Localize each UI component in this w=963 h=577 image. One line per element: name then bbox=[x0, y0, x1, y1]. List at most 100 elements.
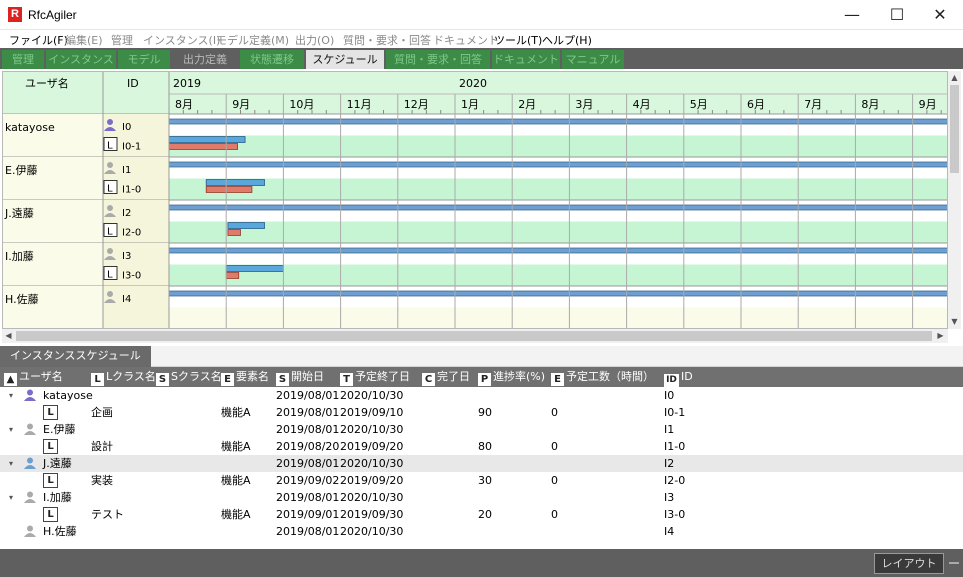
table-row[interactable]: ▾ E.伊藤 2019/08/01 2020/10/30 I1 bbox=[0, 421, 963, 438]
table-row[interactable]: ▾ I.加藤 2019/08/01 2020/10/30 I3 bbox=[0, 489, 963, 506]
column-header-planned-end[interactable]: T 予定終了日 bbox=[340, 369, 410, 386]
column-header-start[interactable]: S 開始日 bbox=[276, 369, 324, 386]
row-id: I1 bbox=[664, 423, 675, 436]
column-label: 予定終了日 bbox=[355, 370, 410, 383]
chevron-down-icon[interactable]: ▾ bbox=[9, 421, 13, 438]
person-icon bbox=[24, 389, 36, 401]
table-row[interactable]: ▾ J.遠藤 2019/08/01 2020/10/30 I2 bbox=[0, 455, 963, 472]
table-row[interactable]: L 企画 機能A 90 0 2019/08/01 2019/09/10 I0-1 bbox=[0, 404, 963, 421]
column-header-user[interactable]: ▲ ユーザ名 bbox=[4, 369, 63, 386]
vertical-scroll-thumb[interactable] bbox=[950, 85, 959, 173]
gantt-plan-bar[interactable] bbox=[225, 265, 284, 272]
maximize-button[interactable]: ☐ bbox=[874, 0, 920, 30]
gantt-chart[interactable]: ユーザ名 ID 2019 2020 8月 9月 10月 11月 12月 1月 2月 3月 4月 5月 6月 7… bbox=[2, 71, 948, 329]
tab-qa[interactable]: 質問・要求・回答 bbox=[386, 50, 490, 69]
menu-output[interactable]: 出力(O) bbox=[295, 32, 334, 48]
menu-file[interactable]: ファイル(F) bbox=[9, 32, 68, 48]
minimize-button[interactable]: — bbox=[829, 0, 875, 30]
row-effort: 0 bbox=[551, 508, 558, 521]
gantt-plan-bar[interactable] bbox=[227, 222, 265, 229]
user-icon bbox=[107, 205, 113, 211]
layout-button[interactable]: レイアウト bbox=[874, 553, 944, 574]
gantt-vertical-scrollbar[interactable]: ▲ ▼ bbox=[948, 71, 961, 329]
chevron-down-icon[interactable]: ▾ bbox=[9, 489, 13, 506]
scroll-up-icon[interactable]: ▲ bbox=[948, 73, 961, 82]
close-button[interactable]: ✕ bbox=[917, 0, 963, 30]
menu-manage[interactable]: 管理 bbox=[111, 32, 133, 48]
row-start-date: 2019/08/01 bbox=[276, 525, 340, 538]
scroll-right-icon[interactable]: ▶ bbox=[934, 331, 947, 340]
gantt-month-label: 9月 bbox=[919, 98, 937, 111]
gantt-user-name: E.伊藤 bbox=[5, 164, 37, 177]
table-row[interactable]: L テスト 機能A 20 0 2019/09/01 2019/09/30 I3-0 bbox=[0, 506, 963, 523]
menu-tools[interactable]: ツール(T) bbox=[494, 32, 542, 48]
chevron-down-icon[interactable]: ▾ bbox=[9, 455, 13, 472]
row-id: I0 bbox=[664, 389, 675, 402]
gantt-plan-bar[interactable] bbox=[168, 136, 246, 143]
column-label: 要素名 bbox=[236, 370, 269, 383]
gantt-child-id: I1-0 bbox=[122, 185, 141, 196]
tab-manage[interactable]: 管理 bbox=[2, 50, 44, 69]
menu-edit[interactable]: 編集(E) bbox=[65, 32, 103, 48]
gantt-actual-bar[interactable] bbox=[205, 186, 253, 193]
row-start-date: 2019/08/01 bbox=[276, 457, 340, 470]
gantt-child-row bbox=[169, 264, 947, 286]
column-label: 進捗率(%) bbox=[493, 370, 546, 383]
gantt-horizontal-scrollbar[interactable]: ◀ ▶ bbox=[2, 329, 948, 343]
l-class-icon-letter: L bbox=[107, 141, 113, 152]
table-row[interactable]: L 実装 機能A 30 0 2019/09/02 2019/09/20 I2-0 bbox=[0, 472, 963, 489]
gantt-month-label: 11月 bbox=[347, 98, 372, 111]
menu-model[interactable]: モデル定義(M) bbox=[216, 32, 289, 48]
menu-help[interactable]: ヘルプ(H) bbox=[542, 32, 592, 48]
tab-manual[interactable]: マニュアル bbox=[562, 50, 624, 69]
gantt-user-name: katayose bbox=[5, 121, 55, 134]
tab-instance[interactable]: インスタンス bbox=[46, 50, 116, 69]
gantt-parent-id: I4 bbox=[122, 294, 131, 305]
tab-document[interactable]: ドキュメント bbox=[492, 50, 560, 69]
person-icon bbox=[24, 423, 36, 435]
gantt-actual-bar[interactable] bbox=[227, 229, 241, 236]
gantt-parent-bar bbox=[168, 118, 947, 125]
tab-model[interactable]: モデル bbox=[118, 50, 170, 69]
column-header-effort[interactable]: E 予定工数（時間） bbox=[551, 369, 654, 386]
row-start-date: 2019/08/01 bbox=[276, 423, 340, 436]
l-class-icon-letter: L bbox=[107, 184, 113, 195]
column-header-sclass[interactable]: S Sクラス名 bbox=[156, 369, 222, 386]
column-header-lclass[interactable]: L Lクラス名 bbox=[91, 369, 156, 386]
column-label: 完了日 bbox=[437, 370, 470, 383]
row-lclass: 設計 bbox=[91, 440, 113, 453]
user-icon bbox=[24, 491, 36, 503]
gantt-actual-bar[interactable] bbox=[168, 143, 238, 150]
tab-output-def[interactable]: 出力定義 bbox=[172, 50, 238, 69]
gantt-month-label: 2月 bbox=[518, 98, 536, 111]
column-header-progress[interactable]: P 進捗率(%) bbox=[478, 369, 546, 386]
column-header-element[interactable]: E 要素名 bbox=[221, 369, 269, 386]
gantt-month-label: 7月 bbox=[804, 98, 822, 111]
user-icon bbox=[24, 423, 36, 435]
column-header-completed[interactable]: C 完了日 bbox=[422, 369, 470, 386]
l-class-icon: L bbox=[43, 507, 58, 522]
tab-instance-schedule[interactable]: インスタンススケジュール bbox=[0, 346, 151, 367]
gantt-actual-bar[interactable] bbox=[225, 272, 240, 279]
gantt-child-row bbox=[169, 135, 947, 157]
table-row[interactable]: ▾ katayose 2019/08/01 2020/10/30 I0 bbox=[0, 387, 963, 404]
table-row[interactable]: H.佐藤 2019/08/01 2020/10/30 I4 bbox=[0, 523, 963, 540]
scroll-down-icon[interactable]: ▼ bbox=[948, 317, 961, 326]
menu-qa[interactable]: 質問・要求・回答 bbox=[343, 32, 431, 48]
horizontal-scroll-thumb[interactable] bbox=[16, 331, 932, 341]
id-column-icon: ID bbox=[664, 374, 679, 387]
row-user-name: J.遠藤 bbox=[43, 457, 72, 470]
tab-schedule[interactable]: スケジュール bbox=[306, 50, 384, 69]
menu-document[interactable]: ドキュメント bbox=[433, 32, 499, 48]
gantt-user-name: I.加藤 bbox=[5, 250, 34, 263]
menu-instance[interactable]: インスタンス(I) bbox=[143, 32, 220, 48]
gantt-plan-bar[interactable] bbox=[205, 179, 265, 186]
column-header-id[interactable]: ID ID bbox=[664, 369, 693, 387]
l-class-icon-letter: L bbox=[107, 270, 113, 281]
table-row[interactable]: L 設計 機能A 80 0 2019/08/20 2019/09/20 I1-0 bbox=[0, 438, 963, 455]
gantt-month-label: 3月 bbox=[575, 98, 593, 111]
row-end-date: 2020/10/30 bbox=[340, 389, 404, 402]
tab-state[interactable]: 状態遷移 bbox=[240, 50, 304, 69]
scroll-left-icon[interactable]: ◀ bbox=[2, 331, 15, 340]
chevron-down-icon[interactable]: ▾ bbox=[9, 387, 13, 404]
